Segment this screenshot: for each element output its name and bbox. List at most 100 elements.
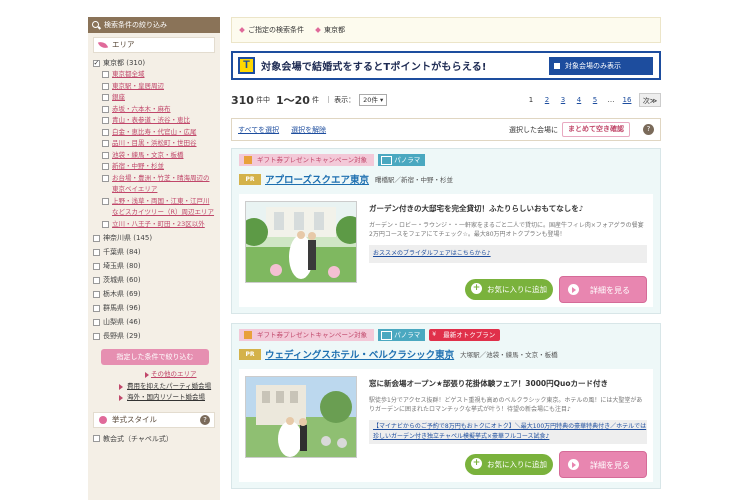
sub-area-item[interactable]: 上野・浅草・両国・江東・江戸川などスカイツリー（R）周辺エリア: [102, 196, 215, 219]
checkbox-style[interactable]: 教会式（チャペル式）: [93, 433, 215, 445]
checkbox-icon[interactable]: [93, 304, 100, 312]
fair-link[interactable]: 【マイナビからのご予約で8万円もおトクにオトク】＼最大100万円特典の豪華特典付…: [369, 420, 647, 444]
narrow-search-button[interactable]: 指定した条件で絞り込む: [101, 349, 209, 365]
venue-name-link[interactable]: ウェディングスホテル・ベルクラシック東京: [265, 347, 454, 361]
deselect-link[interactable]: 選択を解除: [291, 125, 326, 135]
select-all-link[interactable]: すべてを選択: [238, 125, 279, 135]
page-link[interactable]: 16: [619, 93, 635, 107]
venue-tags: ギフト券プレゼントキャンペーン対象 パノラマ 最新オトクプラン: [239, 328, 653, 342]
tpoint-banner[interactable]: T 対象会場で結婚式をするとTポイントがもらえる! 対象会場のみ表示: [231, 51, 661, 80]
checkbox-icon[interactable]: [93, 262, 100, 270]
other-area-label[interactable]: その他のエリア: [151, 370, 197, 378]
deal-plan-tag[interactable]: 最新オトクプラン: [429, 329, 501, 341]
other-area-link[interactable]: その他のエリア: [93, 369, 215, 381]
venue-actions: お気に入りに追加 詳細を見る: [465, 276, 647, 303]
sub-area-item[interactable]: 東京駅・皇居周辺: [102, 81, 215, 93]
sub-area-link[interactable]: 青山・表参道・渋谷・恵比: [112, 115, 190, 127]
checkbox-pref[interactable]: 神奈川県 (145): [93, 232, 215, 244]
sub-area-link[interactable]: 上野・浅草・両国・江東・江戸川などスカイツリー（R）周辺エリア: [112, 196, 215, 219]
checkbox-icon[interactable]: [102, 82, 109, 90]
checkbox-pref[interactable]: 長野県 (29): [93, 330, 215, 342]
checkbox-icon[interactable]: [93, 276, 100, 284]
sub-area-link[interactable]: 銀座: [112, 92, 125, 104]
next-page-button[interactable]: 次≫: [639, 93, 661, 107]
sub-area-item[interactable]: 銀座: [102, 92, 215, 104]
checkbox-icon[interactable]: [102, 117, 109, 124]
page-link[interactable]: 4: [571, 93, 587, 107]
checkbox-icon[interactable]: [93, 248, 100, 256]
venue-name-link[interactable]: アプローズスクエア東京: [265, 172, 369, 186]
venue-photo[interactable]: [245, 376, 357, 458]
pr-badge: PR: [239, 348, 261, 360]
venue-card: ギフト券プレゼントキャンペーン対象 パノラマ PR アプローズスクエア東京 曙橋…: [231, 148, 661, 314]
page-link[interactable]: 2: [539, 93, 555, 107]
add-favorite-button[interactable]: お気に入りに追加: [465, 454, 553, 475]
checkbox-icon[interactable]: [93, 318, 100, 326]
sub-area-link[interactable]: 東京駅・皇居周辺: [112, 81, 164, 93]
tpoint-only-button[interactable]: 対象会場のみ表示: [549, 57, 653, 75]
checkbox-icon[interactable]: [93, 290, 100, 298]
checkbox-icon[interactable]: [93, 234, 100, 242]
venue-photo[interactable]: [245, 201, 357, 283]
view-details-button[interactable]: 詳細を見る: [559, 451, 647, 478]
sub-area-link[interactable]: お台場・豊洲・竹芝・晴海周辺の東京ベイエリア: [112, 173, 215, 196]
sub-area-link[interactable]: 品川・目黒・浜松町・世田谷: [112, 138, 197, 150]
checkbox-icon[interactable]: [102, 140, 109, 147]
panorama-tag[interactable]: パノラマ: [378, 329, 426, 341]
sub-area-item[interactable]: 品川・目黒・浜松町・世田谷: [102, 138, 215, 150]
panorama-tag[interactable]: パノラマ: [378, 154, 426, 166]
help-icon[interactable]: ?: [200, 414, 210, 425]
sub-area-item[interactable]: 白金・恵比寿・代官山・広尾: [102, 127, 215, 139]
checkbox-icon[interactable]: [102, 220, 109, 228]
resort-wedding-label[interactable]: 海外・国内リゾート婚会場: [127, 393, 205, 401]
sub-area-link[interactable]: 白金・恵比寿・代官山・広尾: [112, 127, 197, 139]
page-link[interactable]: 3: [555, 93, 571, 107]
party-wedding-link[interactable]: 費用を抑えたパーティ婚会場: [93, 381, 215, 393]
checkbox-icon[interactable]: [102, 163, 109, 170]
sub-area-item[interactable]: 青山・表参道・渋谷・恵比: [102, 115, 215, 127]
sub-area-link[interactable]: 赤坂・六本木・麻布: [112, 104, 171, 116]
checkbox-icon[interactable]: [102, 105, 109, 113]
checkbox-icon[interactable]: [102, 151, 109, 159]
sub-area-item[interactable]: 池袋・練馬・文京・板橋: [102, 150, 215, 162]
sub-area-item[interactable]: お台場・豊洲・竹芝・晴海周辺の東京ベイエリア: [102, 173, 215, 196]
venue-actions: お気に入りに追加 詳細を見る: [465, 451, 647, 478]
result-count-unit: 件中: [255, 96, 270, 104]
checkbox-icon[interactable]: [93, 332, 100, 340]
resort-wedding-link[interactable]: 海外・国内リゾート婚会場: [93, 392, 215, 404]
checkbox-icon[interactable]: [93, 57, 100, 69]
display-count-select[interactable]: 20件 ▾: [359, 94, 388, 106]
checkbox-pref[interactable]: 栃木県 (69): [93, 288, 215, 300]
venue-card-body: ガーデン付きの大邸宅を完全貸切！ふたりらしいおもてなしを♪ ガーデン・ロビー・ラ…: [239, 194, 653, 307]
sub-area-link[interactable]: 東京都全域: [112, 69, 145, 81]
checkbox-icon[interactable]: [93, 435, 100, 442]
style-section-title: 挙式スタイル ?: [93, 411, 215, 428]
page-link[interactable]: 5: [587, 93, 603, 107]
checkbox-icon[interactable]: [102, 94, 109, 101]
checkbox-pref[interactable]: 群馬県 (96): [93, 302, 215, 314]
help-icon[interactable]: ?: [643, 124, 654, 135]
checkbox-pref[interactable]: 千葉県 (84): [93, 246, 215, 258]
checkbox-icon[interactable]: [102, 128, 109, 136]
venue-text: ガーデン・ロビー・ラウンジ・・一軒家をまるごと二人で貸切に。国産牛フィレ肉×フォ…: [369, 222, 644, 238]
view-details-button[interactable]: 詳細を見る: [559, 276, 647, 303]
checkbox-pref[interactable]: 茨城県 (60): [93, 274, 215, 286]
sub-area-item[interactable]: 東京都全域: [102, 69, 215, 81]
sub-area-item[interactable]: 赤坂・六本木・麻布: [102, 104, 215, 116]
add-favorite-button[interactable]: お気に入りに追加: [465, 279, 553, 300]
checkbox-icon[interactable]: [102, 71, 109, 78]
sub-area-item[interactable]: 立川・八王子・町田・23区以外: [102, 219, 215, 231]
checkbox-icon[interactable]: [102, 197, 109, 205]
fair-link[interactable]: おススメのブライダルフェアはこちらから♪: [369, 245, 647, 263]
bulk-availability-button[interactable]: まとめて空き確認: [562, 122, 630, 137]
checkbox-pref[interactable]: 埼玉県 (80): [93, 260, 215, 272]
sub-area-link[interactable]: 池袋・練馬・文京・板橋: [112, 150, 184, 162]
sub-area-item[interactable]: 新宿・中野・杉並: [102, 161, 215, 173]
checkbox-icon[interactable]: [102, 174, 109, 182]
sub-area-link[interactable]: 新宿・中野・杉並: [112, 161, 164, 173]
venue-card: ギフト券プレゼントキャンペーン対象 パノラマ 最新オトクプラン PR ウェディン…: [231, 323, 661, 489]
sub-area-link[interactable]: 立川・八王子・町田・23区以外: [112, 219, 205, 231]
party-wedding-label[interactable]: 費用を抑えたパーティ婚会場: [127, 382, 211, 390]
checkbox-tokyo[interactable]: 東京都 (310): [93, 57, 215, 69]
checkbox-pref[interactable]: 山梨県 (46): [93, 316, 215, 328]
